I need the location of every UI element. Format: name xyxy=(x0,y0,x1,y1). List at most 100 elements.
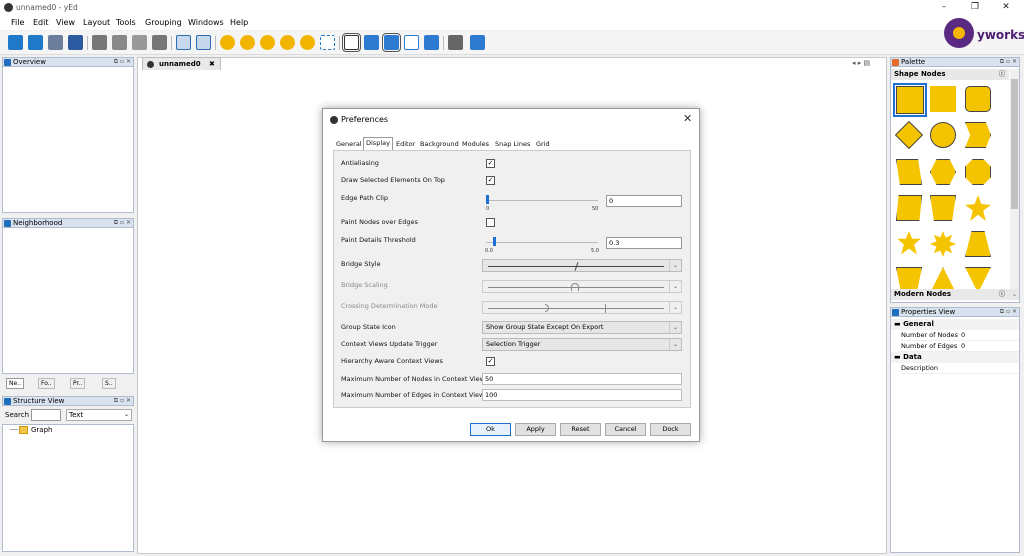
structure-mode-select[interactable]: Text ⌄ xyxy=(66,409,132,421)
panel-controls-icon[interactable]: ⧉ ▫ ✕ xyxy=(114,397,131,405)
menu-edit[interactable]: Edit xyxy=(33,18,49,27)
panel-controls-icon[interactable]: ⧉ ▫ ✕ xyxy=(1000,58,1017,66)
print-icon[interactable] xyxy=(68,35,83,50)
cut-icon[interactable] xyxy=(92,35,107,50)
octagon-node-icon[interactable] xyxy=(965,159,991,185)
snapping-icon[interactable] xyxy=(382,33,401,52)
max-nodes-field[interactable]: 50 xyxy=(482,373,682,385)
redo-icon[interactable] xyxy=(196,35,211,50)
palette-section-shape-nodes[interactable]: Shape Nodes ⓒ xyxy=(891,69,1009,80)
copy-icon[interactable] xyxy=(112,35,127,50)
star8-node-icon[interactable] xyxy=(930,231,956,257)
menu-layout[interactable]: Layout xyxy=(83,18,110,27)
menu-windows[interactable]: Windows xyxy=(188,18,224,27)
rounded-rectangle-node-icon[interactable] xyxy=(965,86,991,112)
move-mode-icon[interactable] xyxy=(364,35,379,50)
paint-details-field[interactable]: 0.3 xyxy=(606,237,682,249)
edge-path-clip-field[interactable]: 0 xyxy=(606,195,682,207)
rectangle-node-icon[interactable] xyxy=(893,83,927,117)
draw-selected-checkbox[interactable]: ✓ xyxy=(486,176,495,185)
edge-path-clip-slider-thumb[interactable] xyxy=(486,195,489,204)
hierarchy-aware-checkbox[interactable]: ✓ xyxy=(486,357,495,366)
fit-content-icon[interactable] xyxy=(280,35,295,50)
paste-icon[interactable] xyxy=(132,35,147,50)
image-icon[interactable] xyxy=(448,35,463,50)
menu-view[interactable]: View xyxy=(56,18,75,27)
fit-selection-icon[interactable] xyxy=(320,35,335,50)
menu-file[interactable]: File xyxy=(11,18,24,27)
star5-node-icon[interactable] xyxy=(965,195,991,221)
context-trigger-select[interactable]: Selection Trigger ⌄ xyxy=(482,338,682,351)
magic-wand-icon[interactable] xyxy=(470,35,485,50)
document-tab[interactable]: unnamed0 ✖ xyxy=(142,57,221,70)
ellipse-node-icon[interactable] xyxy=(930,122,956,148)
delete-icon[interactable] xyxy=(152,35,167,50)
collapse-icon[interactable]: ⓒ xyxy=(999,69,1005,80)
tab-modules[interactable]: Modules xyxy=(460,139,491,150)
properties-data-header[interactable]: ▬ Data xyxy=(891,352,1019,363)
properties-general-header[interactable]: ▬ General xyxy=(891,319,1019,330)
parallelogram-node-icon[interactable] xyxy=(965,122,991,148)
antialiasing-checkbox[interactable]: ✓ xyxy=(486,159,495,168)
panel-controls-icon[interactable]: ⧉ ▫ ✕ xyxy=(1000,308,1017,316)
cancel-button[interactable]: Cancel xyxy=(605,423,646,436)
tab-snap-lines[interactable]: Snap Lines xyxy=(493,139,532,150)
tab-predecessors[interactable]: Pr.. xyxy=(70,378,86,389)
orthogonal-edges-icon[interactable] xyxy=(424,35,439,50)
tab-successors[interactable]: S.. xyxy=(102,378,116,389)
save-icon[interactable] xyxy=(48,35,63,50)
paint-details-slider-thumb[interactable] xyxy=(493,237,496,246)
close-icon[interactable]: ✕ xyxy=(683,112,692,125)
palette-scrollbar[interactable] xyxy=(1010,69,1019,289)
crossing-mode-select[interactable]: ⌄ xyxy=(482,301,682,314)
hexagon-node-icon[interactable] xyxy=(930,159,956,185)
zoom-in-icon[interactable] xyxy=(220,35,235,50)
open-folder-icon[interactable] xyxy=(28,35,43,50)
apply-button[interactable]: Apply xyxy=(515,423,556,436)
diamond-node-icon[interactable] xyxy=(894,120,924,150)
reset-button[interactable]: Reset xyxy=(560,423,601,436)
tab-navigation[interactable]: ◂ ▸ ▤ xyxy=(852,59,870,67)
bridge-style-select[interactable]: ⌄ xyxy=(482,259,682,272)
undo-icon[interactable] xyxy=(176,35,191,50)
new-document-icon[interactable] xyxy=(8,35,23,50)
scrollbar-thumb[interactable] xyxy=(1011,79,1018,209)
menu-tools[interactable]: Tools xyxy=(116,18,136,27)
plain-rectangle-node-icon[interactable] xyxy=(930,86,956,112)
bridge-scaling-select[interactable]: ⌄ xyxy=(482,280,682,293)
tab-background[interactable]: Background xyxy=(418,139,461,150)
close-window-button[interactable]: ✕ xyxy=(995,1,1017,14)
menu-help[interactable]: Help xyxy=(230,18,248,27)
group-state-icon-select[interactable]: Show Group State Except On Export ⌄ xyxy=(482,321,682,334)
maximize-button[interactable]: ❐ xyxy=(964,1,986,14)
zoom-out-icon[interactable] xyxy=(240,35,255,50)
zoom-area-icon[interactable] xyxy=(300,35,315,50)
trapezoid-node-icon[interactable] xyxy=(896,159,922,185)
property-value[interactable]: 0 xyxy=(961,330,965,341)
edit-mode-icon[interactable] xyxy=(342,33,361,52)
skewed-rectangle-node-icon[interactable] xyxy=(896,195,922,221)
panel-controls-icon[interactable]: ⧉ ▫ ✕ xyxy=(114,219,131,227)
grid-icon[interactable] xyxy=(404,35,419,50)
zoom-100-icon[interactable] xyxy=(260,35,275,50)
minimize-button[interactable]: – xyxy=(933,1,955,14)
collapse-icon[interactable]: ⓒ xyxy=(999,289,1005,300)
edge-path-clip-track[interactable] xyxy=(486,200,598,201)
tab-neighborhood[interactable]: Ne.. xyxy=(6,378,24,389)
tab-grid[interactable]: Grid xyxy=(534,139,552,150)
tab-folding[interactable]: Fo.. xyxy=(38,378,55,389)
tab-editor[interactable]: Editor xyxy=(394,139,417,150)
paint-details-track[interactable] xyxy=(486,242,598,243)
panel-controls-icon[interactable]: ⧉ ▫ ✕ xyxy=(114,58,131,66)
tree-item-graph[interactable]: Graph xyxy=(31,426,52,434)
structure-search-input[interactable] xyxy=(31,409,61,421)
tab-general[interactable]: General xyxy=(334,139,364,150)
trapezoid2-node-icon[interactable] xyxy=(930,195,956,221)
dock-button[interactable]: Dock xyxy=(650,423,691,436)
star6-node-icon[interactable] xyxy=(897,231,921,255)
close-tab-icon[interactable]: ✖ xyxy=(209,60,215,68)
menu-grouping[interactable]: Grouping xyxy=(145,18,182,27)
tab-display[interactable]: Display xyxy=(363,137,393,150)
max-edges-field[interactable]: 100 xyxy=(482,389,682,401)
property-value[interactable]: 0 xyxy=(961,341,965,352)
